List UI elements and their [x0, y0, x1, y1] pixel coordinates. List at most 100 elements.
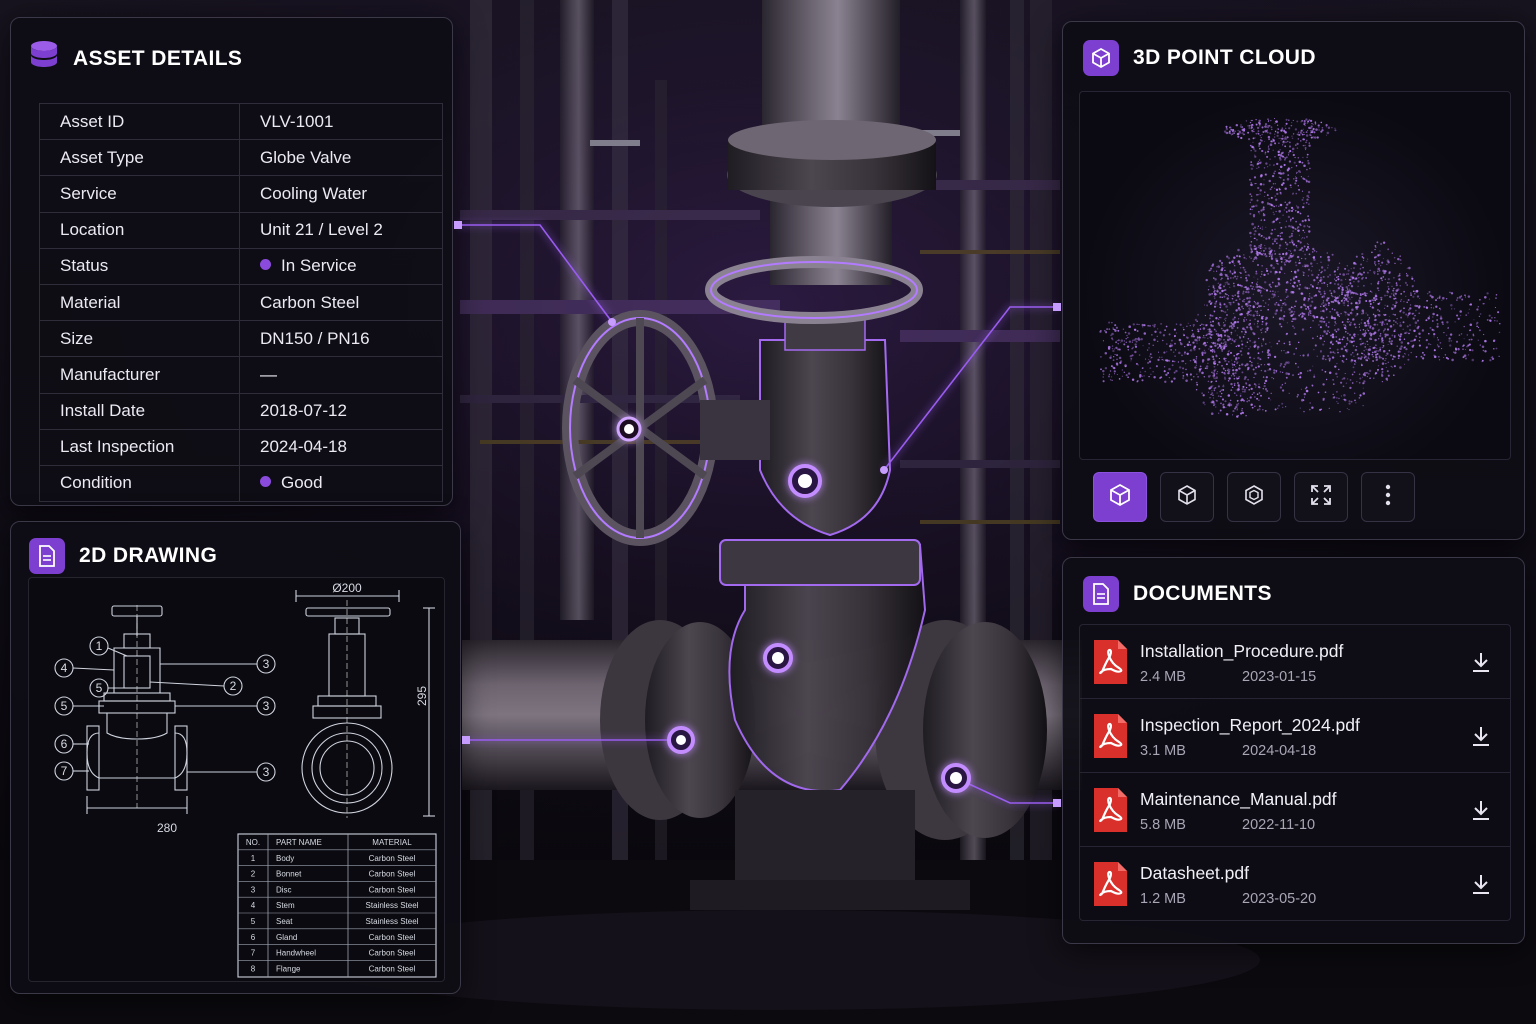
dim-base: 280: [157, 821, 177, 835]
status-dot-icon: [260, 476, 271, 488]
document-size: 2.4 MB: [1140, 669, 1186, 685]
parts-table-cell: Carbon Steel: [369, 964, 416, 973]
document-date: 2024-04-18: [1242, 743, 1317, 759]
asset-row: Last Inspection 2024-04-18: [39, 428, 443, 466]
parts-table-cell: Carbon Steel: [369, 854, 416, 863]
documents-title: DOCUMENTS: [1133, 582, 1272, 605]
pdf-icon: [1092, 787, 1128, 833]
asset-row: Status In Service: [39, 247, 443, 285]
parts-table-header: NO.: [246, 838, 260, 847]
view-iso-button[interactable]: [1227, 472, 1281, 522]
point-cloud-viewport[interactable]: [1079, 91, 1511, 460]
download-icon[interactable]: [1470, 799, 1492, 821]
asset-field-label: Status: [39, 247, 240, 285]
document-name: Inspection_Report_2024.pdf: [1140, 715, 1360, 735]
asset-row: Asset Type Globe Valve: [39, 139, 443, 177]
parts-table-cell: 8: [251, 964, 256, 973]
cube-outline-icon: [1175, 483, 1199, 512]
parts-table-cell: 6: [251, 933, 256, 942]
parts-table: NO. PART NAME MATERIAL 1 Body Carbon Steel 2 Bo…: [238, 834, 436, 977]
cube-solid-icon: [1108, 483, 1132, 512]
document-size: 3.1 MB: [1140, 743, 1186, 759]
callout-label: 2: [230, 679, 237, 693]
asset-field-value: 2024-04-18: [239, 428, 443, 466]
asset-field-label: Asset ID: [39, 102, 240, 141]
view-wireframe-button[interactable]: [1160, 472, 1214, 522]
asset-field-value: In Service: [239, 247, 443, 285]
pdf-icon: [1092, 861, 1128, 907]
drawing-canvas[interactable]: Ø200 295 280 1 4 5 5 6 7 3 2 3 3 NO. PART…: [28, 577, 445, 982]
cube-iso-icon: [1242, 483, 1266, 512]
parts-table-cell: Carbon Steel: [369, 885, 416, 894]
download-icon[interactable]: [1470, 725, 1492, 747]
point-cloud-render: [1099, 117, 1501, 418]
asset-field-value: VLV-1001: [239, 102, 443, 141]
callout-label: 5: [61, 699, 68, 713]
point-cloud-panel: 3D POINT CLOUD: [1062, 21, 1525, 540]
asset-details-header: ASSET DETAILS: [29, 40, 242, 78]
parts-table-cell: 1: [251, 854, 256, 863]
callout-label: 4: [61, 661, 68, 675]
asset-field-value: DN150 / PN16: [239, 320, 443, 358]
dim-diameter: Ø200: [332, 581, 362, 595]
parts-table-cell: Stainless Steel: [366, 917, 419, 926]
more-options-button[interactable]: [1361, 472, 1415, 522]
asset-field-value: Unit 21 / Level 2: [239, 211, 443, 249]
database-icon: [29, 40, 59, 78]
asset-field-value: Good: [239, 464, 443, 503]
asset-field-value: Carbon Steel: [239, 283, 443, 322]
document-item[interactable]: Installation_Procedure.pdf 2.4 MB 2023-01-…: [1080, 625, 1510, 699]
parts-table-cell: Seat: [276, 917, 293, 926]
parts-table-cell: Carbon Steel: [369, 949, 416, 958]
fullscreen-button[interactable]: [1294, 472, 1348, 522]
document-item[interactable]: Inspection_Report_2024.pdf 3.1 MB 2024-04-…: [1080, 699, 1510, 773]
document-name: Installation_Procedure.pdf: [1140, 641, 1344, 661]
asset-row: Material Carbon Steel: [39, 283, 443, 322]
file-icon: [1083, 576, 1119, 612]
parts-table-cell: Stem: [276, 901, 295, 910]
document-list: Installation_Procedure.pdf 2.4 MB 2023-01-…: [1079, 624, 1511, 921]
parts-table-header: MATERIAL: [372, 838, 412, 847]
asset-row: Service Cooling Water: [39, 175, 443, 213]
document-item[interactable]: Datasheet.pdf 1.2 MB 2023-05-20: [1080, 847, 1510, 920]
point-cloud-title: 3D POINT CLOUD: [1133, 46, 1316, 69]
asset-field-label: Last Inspection: [39, 428, 240, 466]
parts-table-cell: 4: [251, 901, 256, 910]
asset-field-label: Condition: [39, 464, 240, 503]
asset-details-title: ASSET DETAILS: [73, 47, 243, 70]
parts-table-cell: Carbon Steel: [369, 870, 416, 879]
asset-row: Condition Good: [39, 464, 443, 503]
asset-row: Install Date 2018-07-12: [39, 392, 443, 430]
drawing-panel: 2D DRAWING Ø200 295 280 1 4 5 5 6 7 3 2 …: [10, 521, 461, 994]
drawing-title: 2D DRAWING: [79, 544, 218, 567]
document-icon: [29, 538, 65, 574]
callout-label: 7: [61, 764, 68, 778]
parts-table-cell: 7: [251, 949, 256, 958]
point-cloud-toolbar: [1093, 472, 1415, 522]
asset-field-value: —: [239, 356, 443, 394]
document-name: Datasheet.pdf: [1140, 863, 1249, 883]
parts-table-cell: Flange: [276, 964, 301, 973]
asset-field-label: Size: [39, 320, 240, 358]
callout-label: 3: [263, 657, 270, 671]
download-icon[interactable]: [1470, 873, 1492, 895]
more-vertical-icon: [1385, 484, 1391, 511]
parts-table-cell: Body: [276, 854, 294, 863]
asset-field-label: Location: [39, 211, 240, 249]
parts-table-cell: 2: [251, 870, 256, 879]
asset-field-value: 2018-07-12: [239, 392, 443, 430]
asset-field-value: Globe Valve: [239, 139, 443, 177]
parts-table-cell: Disc: [276, 885, 292, 894]
document-date: 2023-01-15: [1242, 669, 1317, 685]
asset-row: Manufacturer —: [39, 356, 443, 394]
parts-table-cell: 3: [251, 885, 256, 894]
view-solid-button[interactable]: [1093, 472, 1147, 522]
asset-row: Asset ID VLV-1001: [39, 102, 443, 141]
download-icon[interactable]: [1470, 651, 1492, 673]
asset-field-label: Asset Type: [39, 139, 240, 177]
fullscreen-icon: [1310, 484, 1332, 511]
document-item[interactable]: Maintenance_Manual.pdf 5.8 MB 2022-11-10: [1080, 773, 1510, 847]
callout-label: 3: [263, 765, 270, 779]
status-dot-icon: [260, 259, 271, 271]
callout-label: 6: [61, 737, 68, 751]
